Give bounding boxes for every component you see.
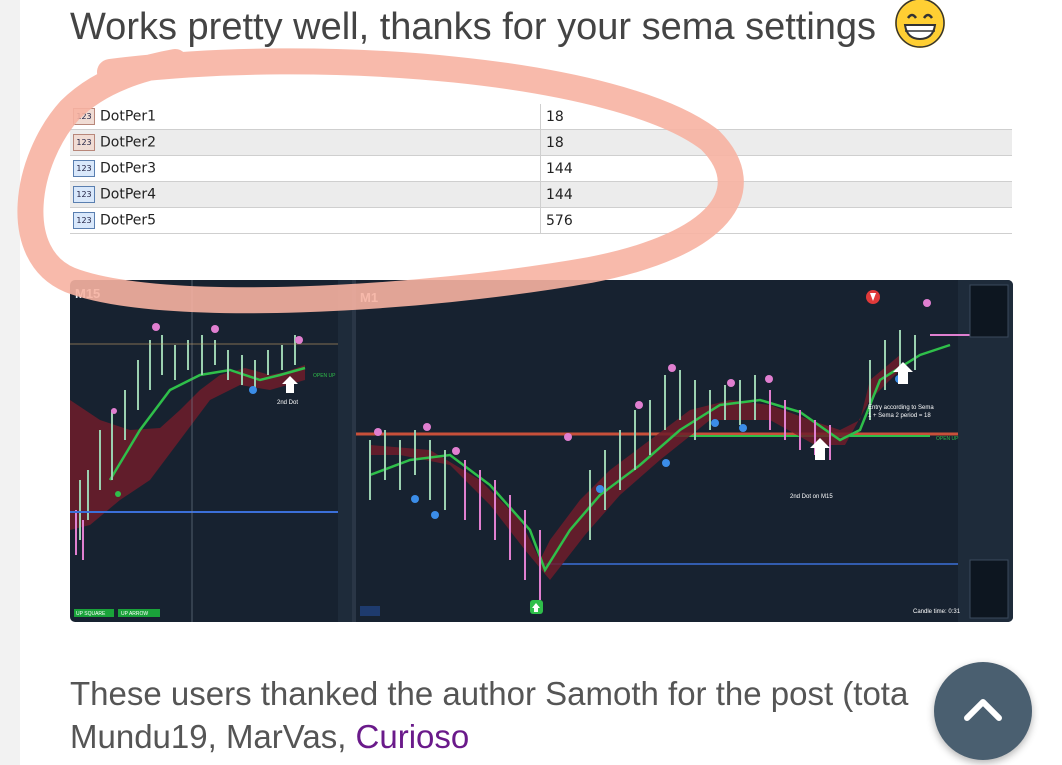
thanks-line-2: Mundu19, MarVas, Curioso <box>70 715 908 758</box>
table-row[interactable]: 123 DotPer1 18 <box>70 104 1012 130</box>
open-up-label-left: OPEN UP <box>313 373 336 379</box>
param-value[interactable]: 576 <box>540 207 1012 234</box>
param-value[interactable]: 144 <box>540 181 1012 208</box>
integer-type-icon: 123 <box>73 134 95 151</box>
trading-chart-screenshot: M15 2nd Dot OPEN UP UP SQUARE UP ARROW M… <box>70 280 1013 622</box>
integer-type-icon: 123 <box>73 212 95 229</box>
thanks-line-1: These users thanked the author Samoth fo… <box>70 675 909 712</box>
open-up-label-right: OPEN UP <box>936 436 959 442</box>
param-name: DotPer4 <box>100 186 157 203</box>
indicator-settings-table: 123 DotPer1 18 123 DotPer2 18 123 DotPer3 1… <box>70 104 1012 234</box>
scroll-to-top-button[interactable] <box>934 662 1032 760</box>
table-row[interactable]: 123 DotPer4 144 <box>70 181 1012 208</box>
table-row[interactable]: 123 DotPer5 576 <box>70 207 1012 234</box>
left-rail <box>0 0 20 765</box>
grinning-face-emoji-icon <box>894 0 945 48</box>
up-arrow-button: UP ARROW <box>121 611 148 617</box>
param-name: DotPer1 <box>100 108 157 125</box>
table-row[interactable]: 123 DotPer3 144 <box>70 155 1012 182</box>
thanks-message: These users thanked the author Samoth fo… <box>70 672 908 758</box>
param-name: DotPer2 <box>100 134 157 151</box>
thanked-users: Mundu19, MarVas, <box>70 718 356 755</box>
chevron-up-icon <box>964 699 1002 721</box>
param-name: DotPer3 <box>100 160 157 177</box>
annotation-2nd-dot: 2nd Dot <box>277 400 298 406</box>
post-title-text: Works pretty well, thanks for your sema … <box>70 6 877 49</box>
table-row[interactable]: 123 DotPer2 18 <box>70 129 1012 156</box>
param-name: DotPer5 <box>100 212 157 229</box>
annotation-entry-line2: 1 + Sema 2 period = 18 <box>868 413 931 419</box>
param-value[interactable]: 18 <box>540 129 1012 156</box>
annotation-entry-line1: Entry according to Sema <box>868 405 934 411</box>
left-timeframe-label: M15 <box>75 286 100 301</box>
candle-time-label: Candle time: 0:31 <box>913 609 961 615</box>
integer-type-icon: 123 <box>73 160 95 177</box>
integer-type-icon: 123 <box>73 186 95 203</box>
param-value[interactable]: 18 <box>540 104 1012 130</box>
annotation-2nd-dot-m15: 2nd Dot on M15 <box>790 494 833 500</box>
user-link-curioso[interactable]: Curioso <box>356 718 470 755</box>
integer-type-icon: 123 <box>73 108 95 125</box>
post-message: Works pretty well, thanks for your sema … <box>70 0 945 54</box>
param-value[interactable]: 144 <box>540 155 1012 182</box>
right-timeframe-label: M1 <box>360 290 378 305</box>
up-square-button: UP SQUARE <box>76 611 106 617</box>
